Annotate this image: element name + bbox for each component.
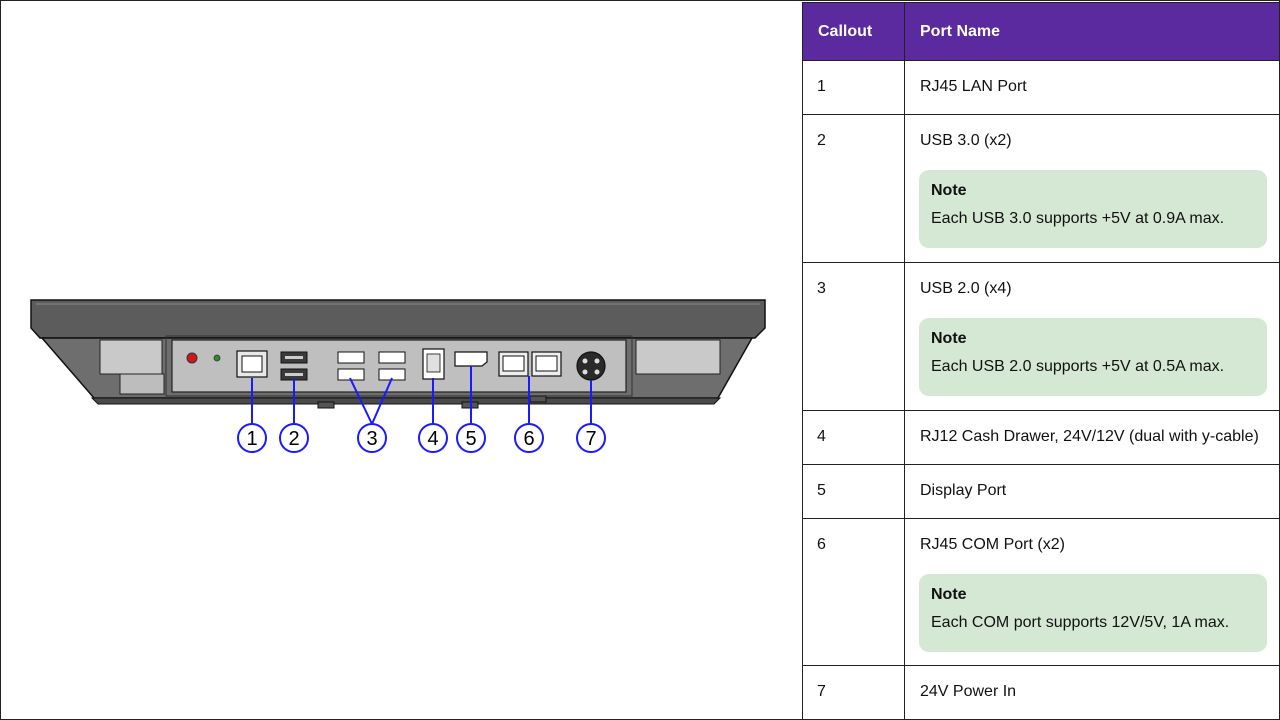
port-name-cell: USB 2.0 (x4) Note Each USB 2.0 supports … [904, 262, 1280, 411]
callout-3-label: 3 [366, 428, 377, 450]
table-row: 6 RJ45 COM Port (x2) Note Each COM port … [802, 518, 1280, 666]
table-row: 4 RJ12 Cash Drawer, 24V/12V (dual with y… [802, 410, 1280, 465]
device-rear-illustration: 1 2 3 4 5 6 7 [0, 0, 800, 720]
port-name: RJ45 COM Port (x2) [920, 536, 1065, 553]
table-row: 7 24V Power In [802, 665, 1280, 720]
port-name-cell: RJ45 LAN Port [904, 60, 1280, 115]
callout-cell: 7 [802, 665, 905, 720]
header-callout: Callout [802, 2, 905, 61]
note-text: Each USB 3.0 supports +5V at 0.9A max. [931, 210, 1225, 227]
port-name: USB 3.0 (x2) [920, 132, 1012, 149]
callout-6-label: 6 [523, 428, 534, 450]
callout-7-label: 7 [585, 428, 596, 450]
callout-1-label: 1 [246, 428, 257, 450]
port-name-cell: 24V Power In [904, 665, 1280, 720]
note-title: Note [931, 586, 967, 603]
note-box: Note Each USB 2.0 supports +5V at 0.5A m… [919, 318, 1267, 396]
table-row: 5 Display Port [802, 464, 1280, 519]
port-name: USB 2.0 (x4) [920, 280, 1012, 297]
port-name-cell: USB 3.0 (x2) Note Each USB 3.0 supports … [904, 114, 1280, 263]
callout-cell: 6 [802, 518, 905, 666]
note-title: Note [931, 330, 967, 347]
note-box: Note Each USB 3.0 supports +5V at 0.9A m… [919, 170, 1267, 248]
callout-cell: 5 [802, 464, 905, 519]
port-name-cell: RJ45 COM Port (x2) Note Each COM port su… [904, 518, 1280, 666]
table-row: 2 USB 3.0 (x2) Note Each USB 3.0 support… [802, 114, 1280, 263]
note-title: Note [931, 182, 967, 199]
note-text: Each USB 2.0 supports +5V at 0.5A max. [931, 358, 1225, 375]
callout-5-label: 5 [465, 428, 476, 450]
port-name-cell: Display Port [904, 464, 1280, 519]
callout-cell: 3 [802, 262, 905, 411]
callout-2-label: 2 [288, 428, 299, 450]
note-text: Each COM port supports 12V/5V, 1A max. [931, 614, 1230, 631]
note-box: Note Each COM port supports 12V/5V, 1A m… [919, 574, 1267, 652]
callout-cell: 2 [802, 114, 905, 263]
table-row: 3 USB 2.0 (x4) Note Each USB 2.0 support… [802, 262, 1280, 411]
table-header-row: Callout Port Name [802, 2, 1280, 61]
callout-cell: 4 [802, 410, 905, 465]
callout-cell: 1 [802, 60, 905, 115]
table-row: 1 RJ45 LAN Port [802, 60, 1280, 115]
port-table: Callout Port Name 1 RJ45 LAN Port 2 USB … [802, 2, 1280, 720]
port-name-cell: RJ12 Cash Drawer, 24V/12V (dual with y-c… [904, 410, 1280, 465]
header-port-name: Port Name [904, 2, 1280, 61]
port-table-panel: Callout Port Name 1 RJ45 LAN Port 2 USB … [802, 2, 1280, 720]
callout-4-label: 4 [427, 428, 438, 450]
